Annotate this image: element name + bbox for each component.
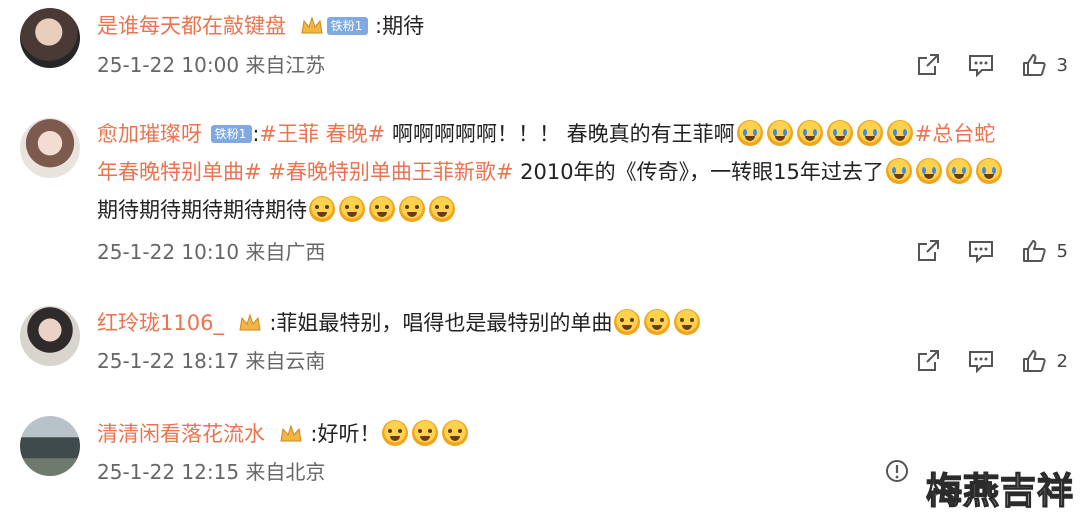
like-count: 5 <box>1056 240 1068 262</box>
thumbs-up-icon <box>1022 54 1046 76</box>
scream-emoji-icon <box>339 196 365 222</box>
crying-emoji-icon <box>826 120 853 146</box>
crying-emoji-icon <box>766 120 793 146</box>
scream-emoji-icon <box>674 309 701 335</box>
like-button[interactable]: 5 <box>1021 238 1068 264</box>
like-count: 3 <box>1056 54 1068 76</box>
avatar[interactable] <box>20 118 80 178</box>
watermark: 梅燕吉祥 <box>925 470 1074 512</box>
comment-actions <box>858 458 910 484</box>
fan-badge: 铁粉1 <box>326 17 369 35</box>
username[interactable]: 清清闲看落花流水 <box>97 422 265 446</box>
comment-text-line: 红玲珑1106_ :菲姐最特别，唱得也是最特别的单曲 <box>97 306 1060 340</box>
avatar[interactable] <box>20 306 80 366</box>
comment-button[interactable] <box>967 52 995 78</box>
comment-icon <box>968 55 993 78</box>
comment-meta: 25-1-22 10:10 来自广西 <box>97 240 326 264</box>
report-icon <box>886 460 908 482</box>
comment-button[interactable] <box>967 348 995 374</box>
username[interactable]: 红玲珑1106_ <box>97 311 224 335</box>
scream-emoji-icon <box>369 196 395 222</box>
crying-emoji-icon <box>975 158 1002 184</box>
fan-badge: 铁粉1 <box>210 125 253 143</box>
crying-emoji-icon <box>945 158 972 184</box>
crying-emoji-icon <box>915 158 942 184</box>
comment-icon <box>968 351 993 374</box>
comment-meta: 25-1-22 12:15 来自北京 <box>97 460 326 484</box>
crying-emoji-icon <box>885 158 912 184</box>
comment-meta: 25-1-22 18:17 来自云南 <box>97 349 326 373</box>
crying-emoji-icon <box>796 120 823 146</box>
comment-actions: 3 <box>889 52 1068 78</box>
share-icon <box>917 54 939 75</box>
crying-emoji-icon <box>856 120 883 146</box>
comment-meta: 25-1-22 10:00 来自江苏 <box>97 53 326 77</box>
scream-emoji-icon <box>614 309 641 335</box>
scream-emoji-icon <box>382 420 409 446</box>
share-icon <box>917 240 939 261</box>
share-button[interactable] <box>915 348 941 374</box>
scream-emoji-icon <box>309 196 335 222</box>
username[interactable]: 愈加璀璨呀 <box>97 122 202 146</box>
like-count: 2 <box>1056 350 1068 372</box>
scream-emoji-icon <box>442 420 469 446</box>
scream-emoji-icon <box>399 196 425 222</box>
comment-actions: 2 <box>889 348 1068 374</box>
comment-button[interactable] <box>967 238 995 264</box>
like-button[interactable]: 3 <box>1021 52 1068 78</box>
share-button[interactable] <box>915 238 941 264</box>
hashtag-link[interactable]: #春晚特别单曲王菲新歌# <box>268 160 513 184</box>
comment-icon <box>968 241 993 264</box>
username[interactable]: 是谁每天都在敲键盘 <box>97 14 286 38</box>
comment-text-line: 年春晚特别单曲# #春晚特别单曲王菲新歌# 2010年的《传奇》，一转眼15年过… <box>97 155 1060 189</box>
thumbs-up-icon <box>1022 350 1046 372</box>
scream-emoji-icon <box>412 420 439 446</box>
fan-crown-icon <box>301 16 323 34</box>
comment-text: 期待期待期待期待期待 <box>97 198 307 222</box>
share-button[interactable] <box>915 52 941 78</box>
hashtag-link[interactable]: #王菲 春晚# <box>259 122 385 146</box>
comment-actions: 5 <box>889 238 1068 264</box>
comment-text: :期待 <box>375 14 425 38</box>
like-button[interactable]: 2 <box>1021 348 1068 374</box>
report-button[interactable] <box>884 458 910 484</box>
fan-crown-icon <box>280 424 302 442</box>
scream-emoji-icon <box>644 309 671 335</box>
share-icon <box>917 350 939 371</box>
crying-emoji-icon <box>736 120 763 146</box>
comment-text: 啊啊啊啊啊！！！ 春晚真的有王菲啊 <box>385 122 735 146</box>
comment-text-line: 愈加璀璨呀 铁粉1:#王菲 春晚# 啊啊啊啊啊！！！ 春晚真的有王菲啊 #总台蛇 <box>97 117 1060 151</box>
hashtag-link[interactable]: 年春晚特别单曲# <box>97 160 262 184</box>
crying-emoji-icon <box>886 120 913 146</box>
comment-text: :好听！ <box>310 422 381 446</box>
thumbs-up-icon <box>1022 240 1046 262</box>
avatar[interactable] <box>20 416 80 476</box>
comment-text-line: 期待期待期待期待期待 <box>97 193 1060 227</box>
scream-emoji-icon <box>429 196 455 222</box>
comment-text-line: 是谁每天都在敲键盘 铁粉1 :期待 <box>97 9 1060 43</box>
avatar[interactable] <box>20 8 80 68</box>
comment-text: 2010年的《传奇》，一转眼15年过去了 <box>513 160 884 184</box>
hashtag-link[interactable]: #总台蛇 <box>915 122 996 146</box>
fan-crown-icon <box>239 313 261 331</box>
comment-text-line: 清清闲看落花流水 :好听！ <box>97 417 1060 451</box>
comment-text: :菲姐最特别，唱得也是最特别的单曲 <box>269 311 613 335</box>
